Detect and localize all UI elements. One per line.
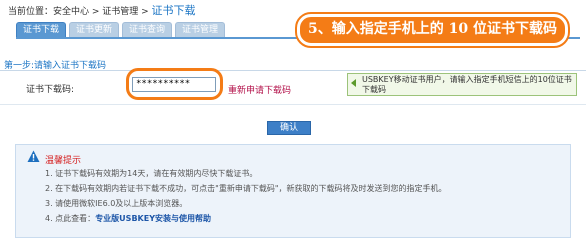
notice-item: 2. 在下载码有效期内若证书下载不成功，可点击"重新申请下载码"，新获取的下载码… (45, 184, 447, 193)
breadcrumb-path: 当前位置：安全中心 > 证书管理 > (8, 7, 152, 17)
notice-item: 1. 证书下载码有效期为14天，请在有效期内尽快下载证书。 (45, 169, 258, 178)
instruction-callout: 5、输入指定手机上的 10 位证书下载码 (295, 12, 570, 48)
tab-bar: 证书下载 证书更新 证书查询 证书管理 (16, 22, 225, 38)
usbkey-tip: USBKEY移动证书用户，请输入指定手机短信上的10位证书下载码 (347, 73, 577, 96)
notice-item: 3. 请使用微软IE6.0及以上版本浏览器。 (45, 199, 188, 208)
tab-certificate-download[interactable]: 证书下载 (16, 22, 66, 38)
notice-title-text: 温馨提示 (45, 156, 82, 166)
reapply-download-code-link[interactable]: 重新申请下载码 (228, 83, 291, 96)
notice-list: 1. 证书下载码有效期为14天，请在有效期内尽快下载证书。 2. 在下载码有效期… (45, 166, 447, 226)
notice-panel: 温馨提示 1. 证书下载码有效期为14天，请在有效期内尽快下载证书。 2. 在下… (15, 144, 571, 238)
tip-arrow-icon (351, 79, 356, 87)
notice-item-help: 4. 点此查看：专业版USBKEY安装与使用帮助 (45, 211, 447, 226)
tab-certificate-update[interactable]: 证书更新 (69, 22, 119, 38)
tab-certificate-query[interactable]: 证书查询 (122, 22, 172, 38)
warning-icon (27, 150, 40, 162)
breadcrumb-current: 证书下载 (151, 4, 196, 17)
form-divider (0, 104, 586, 105)
confirm-button[interactable]: 确认 (267, 121, 311, 135)
usbkey-tip-text: USBKEY移动证书用户，请输入指定手机短信上的10位证书下载码 (362, 75, 572, 94)
tab-certificate-manage[interactable]: 证书管理 (175, 22, 225, 38)
notice-item-text: 4. 点此查看： (45, 214, 96, 223)
download-code-input[interactable]: ********** (132, 77, 216, 92)
usbkey-help-link[interactable]: 专业版USBKEY安装与使用帮助 (95, 214, 211, 223)
download-code-row: 证书下载码: ********** 重新申请下载码 USBKEY移动证书用户，请… (0, 68, 586, 104)
download-code-label: 证书下载码: (26, 85, 75, 95)
breadcrumb: 当前位置：安全中心 > 证书管理 > 证书下载 (8, 2, 196, 17)
